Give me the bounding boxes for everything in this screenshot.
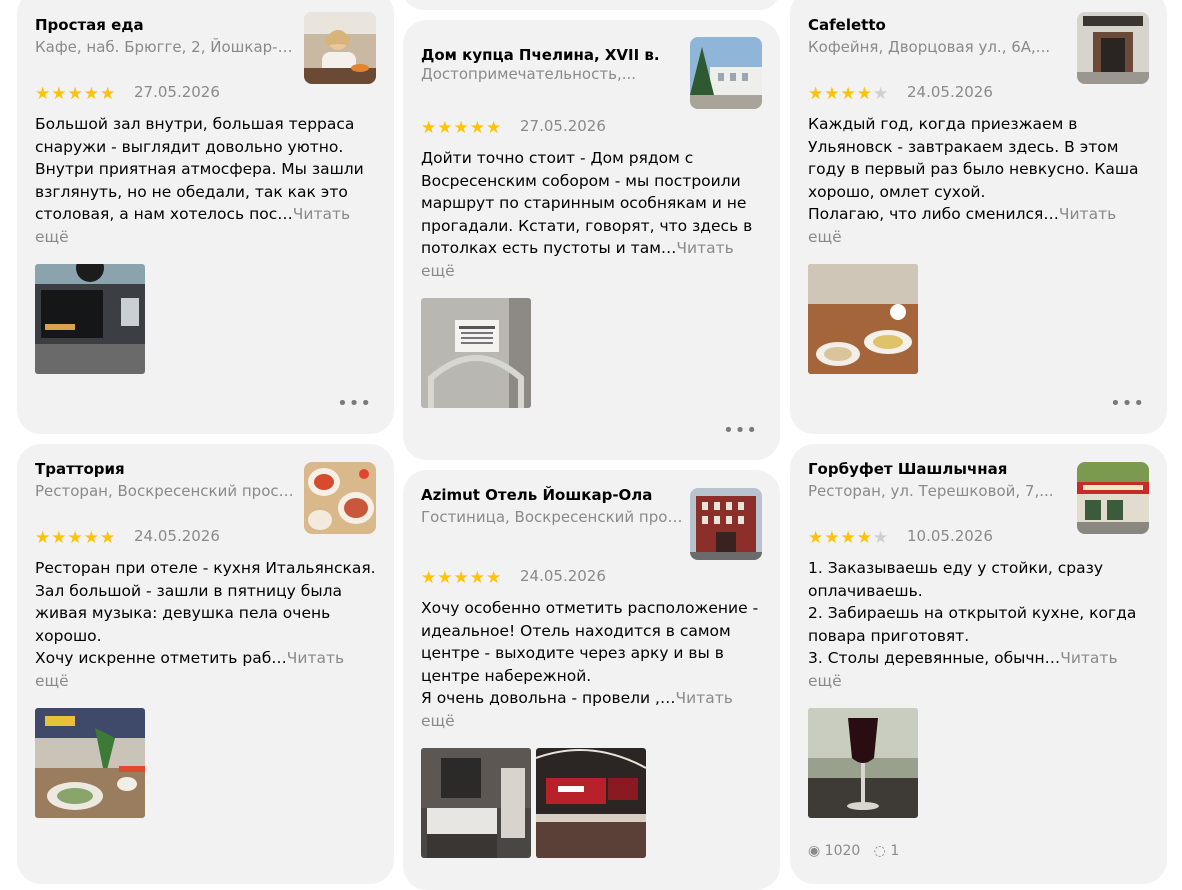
- review-photos: [35, 264, 376, 374]
- place-name[interactable]: Простая еда: [35, 16, 144, 34]
- review-photos: [808, 264, 1149, 374]
- review-photo[interactable]: [421, 748, 531, 858]
- rating-row: ★★★★★ 24.05.2026: [808, 80, 1149, 108]
- review-date: 27.05.2026: [134, 83, 220, 101]
- place-header: Cafeletto Кофейня, Дворцовая ул., 6А,...: [808, 0, 1149, 84]
- rating-row: ★★★★★ 27.05.2026: [421, 114, 762, 142]
- review-card[interactable]: Траттория Ресторан, Воскресенский просп.…: [17, 444, 394, 884]
- star-icon: ★★★★★: [35, 528, 117, 548]
- review-date: 24.05.2026: [134, 527, 220, 545]
- star-icon: ★: [872, 84, 890, 104]
- eye-icon: ◉: [808, 843, 821, 859]
- place-category: Ресторан, Воскресенский просп.,...: [35, 482, 297, 500]
- review-date: 24.05.2026: [520, 567, 606, 585]
- rating-row: ★★★★★ 24.05.2026: [35, 524, 376, 552]
- place-category: Ресторан, ул. Терешковой, 7,...: [808, 482, 1054, 500]
- rating-row: ★★★★★ 10.05.2026: [808, 524, 1149, 552]
- comments-count: 1: [890, 843, 900, 859]
- previous-card-edge: [403, 0, 780, 10]
- review-card[interactable]: Горбуфет Шашлычная Ресторан, ул. Терешко…: [790, 444, 1167, 884]
- review-text: Ресторан при отеле - кухня Итальянская. …: [35, 557, 376, 692]
- review-text: Дойти точно стоит - Дом рядом с Восресен…: [421, 147, 762, 282]
- review-card[interactable]: Дом купца Пчелина, XVII в. Достопримечат…: [403, 20, 780, 460]
- place-thumbnail[interactable]: [690, 488, 762, 560]
- star-rating: ★★★★★: [808, 528, 889, 548]
- review-text: Каждый год, когда приезжаем в Ульяновск …: [808, 113, 1149, 248]
- review-photo[interactable]: [808, 264, 918, 374]
- place-category: Достопримечательность,...: [421, 65, 637, 83]
- review-photo[interactable]: [536, 748, 646, 858]
- review-text: 1. Заказываешь еду у стойки, сразу оплач…: [808, 557, 1149, 692]
- more-options-icon[interactable]: •••: [723, 420, 758, 441]
- review-card[interactable]: Azimut Отель Йошкар-Ола Гостиница, Воскр…: [403, 470, 780, 890]
- more-options-icon[interactable]: •••: [337, 393, 372, 414]
- star-rating: ★★★★★: [421, 118, 502, 138]
- review-photos: [421, 298, 762, 408]
- star-rating: ★★★★★: [421, 568, 502, 588]
- place-thumbnail[interactable]: [690, 37, 762, 109]
- rating-row: ★★★★★ 27.05.2026: [35, 80, 376, 108]
- star-icon: ★★★★: [808, 84, 873, 104]
- more-options-icon[interactable]: •••: [1110, 393, 1145, 414]
- review-text: Большой зал внутри, большая терраса снар…: [35, 113, 376, 248]
- star-rating: ★★★★★: [35, 528, 116, 548]
- place-name[interactable]: Дом купца Пчелина, XVII в.: [421, 46, 660, 64]
- star-rating: ★★★★★: [35, 84, 116, 104]
- star-icon: ★★★★★: [421, 568, 503, 588]
- star-icon: ★★★★: [808, 528, 873, 548]
- place-category: Кафе, наб. Брюгге, 2, Йошкар-Ола: [35, 38, 297, 56]
- review-photo[interactable]: [35, 264, 145, 374]
- review-photos: [35, 708, 376, 818]
- comment-icon[interactable]: ◌: [874, 843, 886, 859]
- star-icon: ★★★★★: [421, 118, 503, 138]
- place-name[interactable]: Траттория: [35, 460, 125, 478]
- review-photos: [421, 748, 762, 858]
- rating-row: ★★★★★ 24.05.2026: [421, 564, 762, 592]
- review-photo[interactable]: [35, 708, 145, 818]
- review-photos: [808, 708, 1149, 818]
- review-date: 10.05.2026: [907, 527, 993, 545]
- review-date: 27.05.2026: [520, 117, 606, 135]
- views-count: 1020: [824, 843, 861, 859]
- review-card[interactable]: Cafeletto Кофейня, Дворцовая ул., 6А,...…: [790, 0, 1167, 434]
- place-thumbnail[interactable]: [304, 12, 376, 84]
- place-name[interactable]: Горбуфет Шашлычная: [808, 460, 1007, 478]
- place-thumbnail[interactable]: [1077, 12, 1149, 84]
- review-stats: ◉ 1020 ◌ 1: [808, 843, 899, 859]
- place-name[interactable]: Azimut Отель Йошкар-Ола: [421, 486, 652, 504]
- place-header: Azimut Отель Йошкар-Ола Гостиница, Воскр…: [421, 470, 762, 560]
- place-category: Кофейня, Дворцовая ул., 6А,...: [808, 38, 1051, 56]
- review-date: 24.05.2026: [907, 83, 993, 101]
- place-name[interactable]: Cafeletto: [808, 16, 886, 34]
- star-icon: ★★★★★: [35, 84, 117, 104]
- review-photo[interactable]: [421, 298, 531, 408]
- place-header: Горбуфет Шашлычная Ресторан, ул. Терешко…: [808, 444, 1149, 534]
- review-photo[interactable]: [808, 708, 918, 818]
- star-rating: ★★★★★: [808, 84, 889, 104]
- review-card[interactable]: Простая еда Кафе, наб. Брюгге, 2, Йошкар…: [17, 0, 394, 434]
- place-header: Траттория Ресторан, Воскресенский просп.…: [35, 444, 376, 534]
- star-icon: ★: [872, 528, 890, 548]
- place-header: Дом купца Пчелина, XVII в. Достопримечат…: [421, 20, 762, 109]
- place-header: Простая еда Кафе, наб. Брюгге, 2, Йошкар…: [35, 0, 376, 84]
- place-category: Гостиница, Воскресенский просп.,...: [421, 508, 683, 526]
- review-text: Хочу особенно отметить расположение - ид…: [421, 597, 762, 732]
